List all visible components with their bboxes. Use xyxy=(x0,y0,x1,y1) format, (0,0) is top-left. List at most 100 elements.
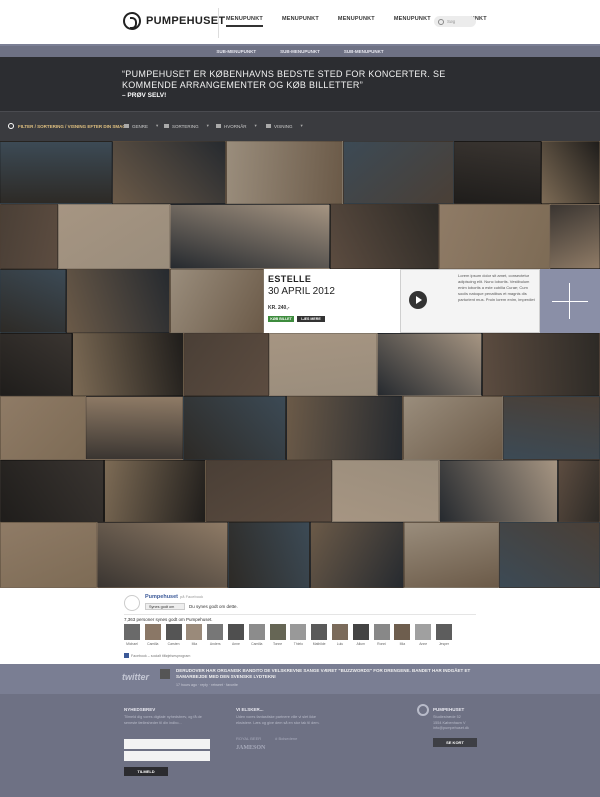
sort-dropdown[interactable]: SORTERING ▾ xyxy=(164,123,209,129)
genre-dropdown[interactable]: GENRE ▾ xyxy=(124,123,158,129)
expand-plus-icon[interactable] xyxy=(540,269,600,333)
chevron-down-icon: ▾ xyxy=(300,123,303,128)
fan-name: Mia xyxy=(399,642,406,646)
artist-photo[interactable] xyxy=(482,333,600,396)
artist-photo[interactable] xyxy=(0,333,72,396)
view-dropdown[interactable]: VISNING ▾ xyxy=(266,123,303,129)
artist-photo[interactable] xyxy=(310,522,404,588)
fan-avatar[interactable]: Camilla xyxy=(248,624,265,646)
fan-avatar[interactable]: Thielo xyxy=(290,624,307,646)
fan-avatar[interactable]: Allum xyxy=(352,624,369,646)
fan-avatar[interactable]: Mia xyxy=(186,624,203,646)
artist-photo[interactable] xyxy=(170,204,330,269)
subscribe-button[interactable]: TILMELD xyxy=(124,767,168,776)
artist-photo[interactable] xyxy=(228,522,310,588)
fan-photo xyxy=(227,624,244,640)
artist-photo[interactable] xyxy=(0,269,66,333)
fan-avatar[interactable]: Michael xyxy=(124,624,140,646)
artist-photo[interactable] xyxy=(550,204,600,269)
nav-item[interactable]: MENUPUNKT xyxy=(282,16,319,27)
fan-photo xyxy=(207,624,224,640)
fb-page-title[interactable]: Pumpehuset på Facebook xyxy=(145,594,203,600)
sub-nav: SUB-MENUPUNKT SUB-MENUPUNKT SUB-MENUPUNK… xyxy=(0,46,600,57)
tweet-text: DERUDOVER HAR ORGANISK BANDITO DE VELSKR… xyxy=(176,668,471,679)
artist-photo[interactable] xyxy=(558,460,600,522)
nav-item[interactable]: MENUPUNKT xyxy=(226,16,263,27)
artist-photo[interactable] xyxy=(541,141,600,204)
artist-photo[interactable] xyxy=(72,333,184,396)
artist-photo-grid xyxy=(0,141,600,588)
artist-photo[interactable] xyxy=(403,396,503,460)
artist-photo[interactable] xyxy=(0,396,86,460)
artist-photo[interactable] xyxy=(0,204,58,269)
fan-avatar[interactable]: Anders xyxy=(207,624,224,646)
event-price: KR. 240,- xyxy=(268,305,290,311)
fb-like-button[interactable]: Synes godt om xyxy=(145,603,185,610)
artist-photo[interactable] xyxy=(439,460,558,522)
artist-photo[interactable] xyxy=(104,460,206,522)
email-link[interactable]: info@pumpehuset.dk xyxy=(433,726,469,732)
artist-photo[interactable] xyxy=(112,141,226,204)
fan-avatar[interactable]: Lulu xyxy=(331,624,348,646)
fan-name: Jesper xyxy=(438,642,450,646)
fan-avatar[interactable]: Jesper xyxy=(435,624,452,646)
fan-photo xyxy=(352,624,369,640)
sub-nav-item[interactable]: SUB-MENUPUNKT xyxy=(344,49,384,57)
artist-photo[interactable] xyxy=(86,396,183,460)
artist-photo[interactable] xyxy=(499,522,600,588)
artist-photo[interactable] xyxy=(330,204,439,269)
event-card[interactable]: ESTELLE 30 APRIL 2012 KR. 240,- KØB BILL… xyxy=(264,269,400,333)
sub-nav-item[interactable]: SUB-MENUPUNKT xyxy=(280,49,320,57)
jameson-logo[interactable]: JAMESON xyxy=(236,745,265,751)
nav-item[interactable]: MENUPUNKT xyxy=(338,16,375,27)
dropdown-label: VISNING xyxy=(274,123,293,129)
search-input[interactable]: Søg xyxy=(434,16,476,27)
artist-photo[interactable] xyxy=(183,396,286,460)
artist-photo[interactable] xyxy=(269,333,377,396)
fan-avatar[interactable]: Tonne xyxy=(269,624,286,646)
play-video-button[interactable] xyxy=(409,291,427,309)
artist-photo[interactable] xyxy=(343,141,454,204)
partner-logo[interactable]: # Bolsedene xyxy=(275,736,297,741)
artist-photo[interactable] xyxy=(503,396,600,460)
newsletter-heading: NYHEDSBREV xyxy=(124,707,156,712)
artist-photo[interactable] xyxy=(206,460,332,522)
artist-photo[interactable] xyxy=(404,522,499,588)
fan-avatar[interactable]: Anne xyxy=(415,624,432,646)
artist-photo[interactable] xyxy=(0,522,97,588)
newsletter-name-field[interactable] xyxy=(124,739,210,749)
partner-logo[interactable]: ROYAL BEER xyxy=(236,736,261,741)
fan-avatar[interactable]: Anne xyxy=(227,624,244,646)
artist-photo[interactable] xyxy=(226,141,343,204)
artist-photo[interactable] xyxy=(454,141,541,204)
fan-avatar[interactable]: Ronni xyxy=(373,624,390,646)
fan-photo xyxy=(290,624,307,640)
artist-photo[interactable] xyxy=(97,522,228,588)
fan-avatar[interactable]: Carsten xyxy=(165,624,182,646)
when-dropdown[interactable]: HVORNÅR ▾ xyxy=(216,123,257,129)
buy-ticket-button[interactable]: KØB BILLET xyxy=(268,316,294,322)
sub-nav-item[interactable]: SUB-MENUPUNKT xyxy=(216,49,256,57)
newsletter-email-field[interactable] xyxy=(124,751,210,761)
fan-name: Mathilde xyxy=(312,642,326,646)
artist-photo[interactable] xyxy=(66,269,170,333)
read-more-button[interactable]: LÆS MERE xyxy=(297,316,325,322)
fan-avatar[interactable]: Mia xyxy=(394,624,411,646)
artist-photo[interactable] xyxy=(439,204,550,269)
fan-avatar[interactable]: Camilla xyxy=(144,624,161,646)
artist-photo[interactable] xyxy=(377,333,482,396)
filter-toggle[interactable]: FILTER / SORTERING / VISNING EFTER DIN S… xyxy=(8,123,126,129)
artist-photo[interactable] xyxy=(0,141,112,204)
artist-photo[interactable] xyxy=(332,460,439,522)
artist-photo[interactable] xyxy=(184,333,269,396)
fan-avatar[interactable]: Mathilde xyxy=(311,624,328,646)
artist-photo[interactable] xyxy=(170,269,264,333)
artist-photo[interactable] xyxy=(58,204,170,269)
nav-item[interactable]: MENUPUNKT xyxy=(394,16,431,27)
logo[interactable]: PUMPEHUSET xyxy=(123,12,225,30)
twitter-logo[interactable]: twitter xyxy=(122,672,149,682)
artist-photo[interactable] xyxy=(0,460,104,522)
see-map-button[interactable]: SE KORT xyxy=(433,738,477,747)
artist-photo[interactable] xyxy=(286,396,403,460)
fan-photo xyxy=(144,624,161,640)
